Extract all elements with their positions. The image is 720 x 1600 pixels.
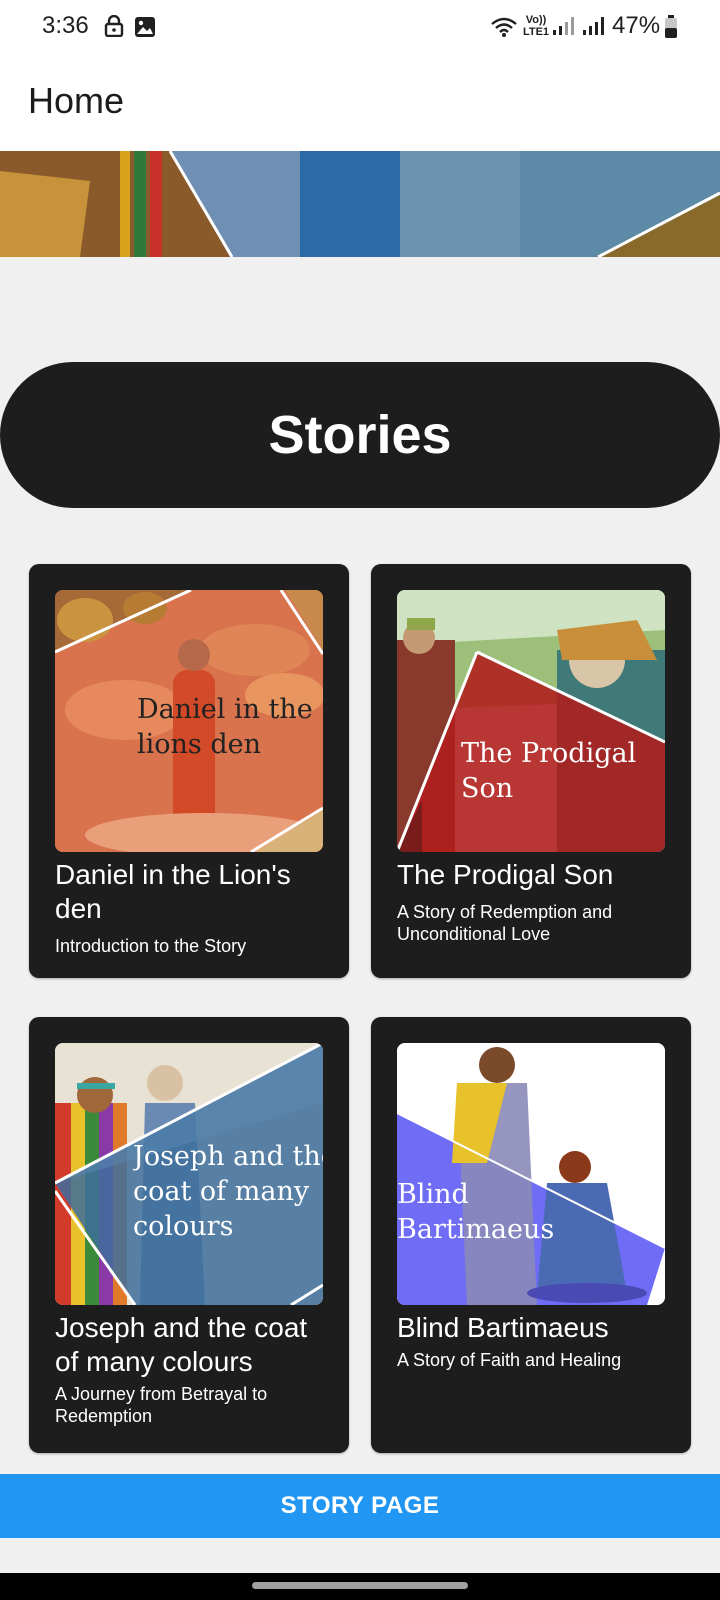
- lock-icon: [104, 15, 124, 37]
- image-icon: [135, 17, 155, 37]
- status-time: 3:36: [42, 12, 89, 39]
- thumbnail-caption: Daniel in the lions den: [137, 694, 313, 760]
- story-title: Blind Bartimaeus: [397, 1312, 609, 1343]
- story-title: Daniel in the Lion's den: [55, 859, 291, 924]
- stories-title: Stories: [268, 405, 452, 465]
- signal-icon: [553, 17, 574, 35]
- battery-percent: 47%: [612, 12, 661, 39]
- stories-header: Stories: [0, 362, 720, 508]
- app-bar: Home: [0, 54, 720, 151]
- volte-indicator: Vo)) LTE1: [522, 14, 550, 38]
- thumbnail-caption: The Prodigal Son: [461, 738, 637, 804]
- story-card-bartimaeus[interactable]: Blind Bartimaeus Blind Bartimaeus A Stor…: [371, 1017, 691, 1453]
- wifi-icon: [491, 17, 517, 37]
- header-banner-image: [0, 151, 720, 257]
- home-gesture-handle[interactable]: [252, 1582, 468, 1589]
- system-nav-bar: [0, 1573, 720, 1600]
- story-subtitle: A Journey from Betrayal to Redemption: [55, 1384, 268, 1426]
- story-subtitle: A Story of Redemption and Unconditional …: [397, 902, 613, 944]
- story-page-button[interactable]: STORY PAGE: [0, 1474, 720, 1538]
- thumbnail-caption: Joseph and the coat of many colours: [133, 1141, 323, 1242]
- story-thumbnail: Daniel in the lions den: [55, 590, 323, 852]
- story-card-daniel[interactable]: Daniel in the lions den Daniel in the Li…: [29, 564, 349, 978]
- story-subtitle: Introduction to the Story: [55, 936, 247, 956]
- thumbnail-caption: Blind Bartimaeus: [397, 1179, 555, 1245]
- battery-icon: [665, 15, 677, 38]
- status-bar: 3:36 Vo)) LTE1 47%: [0, 0, 720, 54]
- story-thumbnail: Joseph and the coat of many colours: [55, 1043, 323, 1305]
- story-thumbnail: The Prodigal Son: [397, 590, 665, 852]
- story-thumbnail: Blind Bartimaeus: [397, 1043, 665, 1305]
- story-subtitle: A Story of Faith and Healing: [397, 1350, 622, 1370]
- story-card-prodigal-son[interactable]: The Prodigal Son The Prodigal Son A Stor…: [371, 564, 691, 978]
- story-card-joseph[interactable]: Joseph and the coat of many colours Jose…: [29, 1017, 349, 1453]
- page-title: Home: [28, 80, 125, 121]
- story-title: Joseph and the coat of many colours: [55, 1312, 308, 1377]
- story-title: The Prodigal Son: [397, 859, 614, 890]
- signal-icon-sim2: [583, 17, 604, 35]
